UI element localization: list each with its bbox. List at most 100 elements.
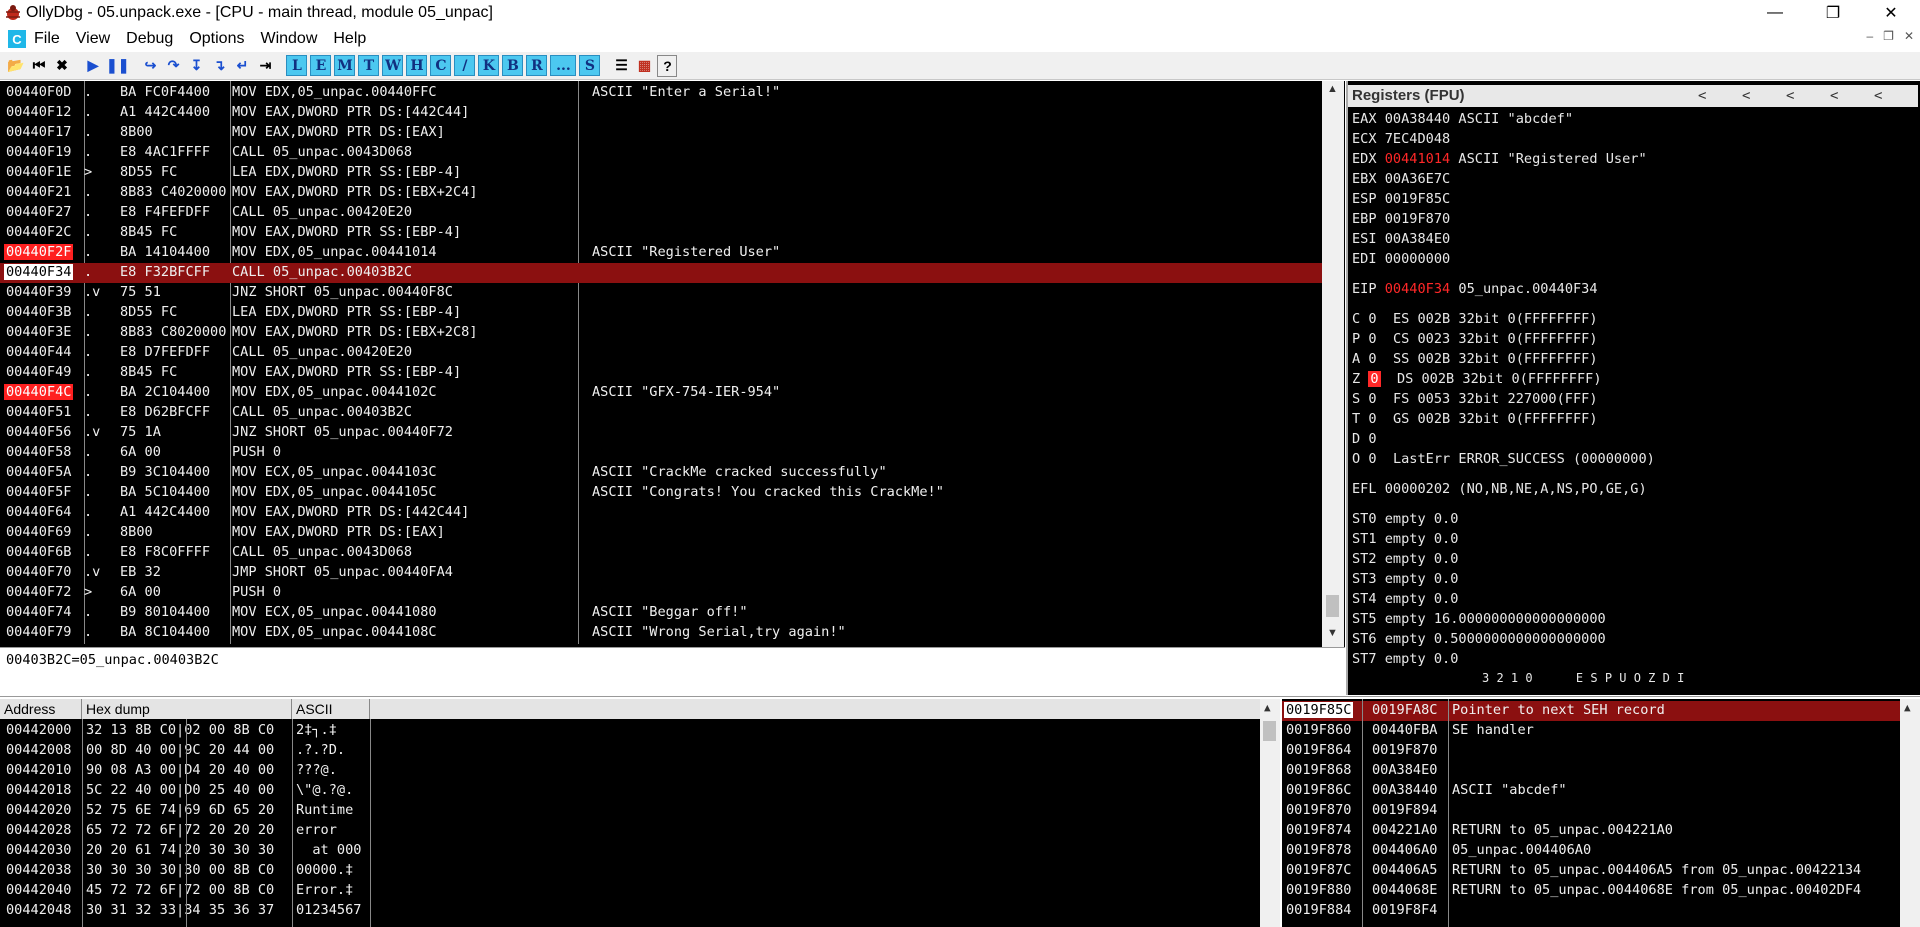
close-program-icon[interactable]: ✖ [52, 55, 72, 77]
dump-row[interactable]: 00442028 65 72 72 6F|72 20 20 20 error [0, 821, 1260, 841]
flag-s[interactable]: S 0 FS 0053 32bit 227000(FFF) [1352, 391, 1598, 407]
dump-row[interactable]: 00442040 45 72 72 6F|72 00 8B C0 Error.‡ [0, 881, 1260, 901]
disasm-row[interactable]: 00440F2C. 8B45 FC MOV EAX,DWORD PTR SS:[EB… [0, 223, 1322, 243]
tool-patches-button[interactable]: / [454, 55, 476, 76]
tool-callstack-button[interactable]: K [478, 55, 500, 76]
menu-options[interactable]: Options [189, 30, 244, 48]
disasm-row[interactable]: 00440F34. E8 F32BFCFF CALL 05_unpac.00403B… [0, 263, 1322, 283]
fpu-register-st3[interactable]: ST3 empty 0.0 [1352, 571, 1458, 587]
disasm-row[interactable]: 00440F69. 8B00 MOV EAX,DWORD PTR DS:[EAX] [0, 523, 1322, 543]
chevron-left-icon[interactable]: < [1786, 88, 1794, 104]
tool-log-button[interactable]: L [286, 55, 308, 76]
chevron-left-icon[interactable]: < [1830, 88, 1838, 104]
disasm-row[interactable]: 00440F79. BA 8C104400 MOV EDX,05_unpac.004… [0, 623, 1322, 643]
tool-memory-button[interactable]: M [334, 55, 356, 76]
stack-row[interactable]: 0019F884 0019F8F4 [1282, 901, 1902, 921]
cpu-window-icon[interactable]: C [8, 30, 26, 48]
execute-till-return-icon[interactable]: ↵ [232, 55, 252, 77]
disasm-row[interactable]: 00440F44. E8 D7FEFDFF CALL 05_unpac.00420E… [0, 343, 1322, 363]
trace-into-icon[interactable]: ↧ [186, 55, 206, 77]
disasm-row[interactable]: 00440F2F. BA 14104400 MOV EDX,05_unpac.004… [0, 243, 1322, 263]
disasm-row[interactable]: 00440F74. B9 80104400 MOV ECX,05_unpac.004… [0, 603, 1322, 623]
flag-t[interactable]: T 0 GS 002B 32bit 0(FFFFFFFF) [1352, 411, 1598, 427]
dump-row[interactable]: 00442048 30 31 32 33|34 35 36 37 01234567 [0, 901, 1260, 921]
stack-row[interactable]: 0019F880 0044068E RETURN to 05_unpac.00440… [1282, 881, 1902, 901]
help-icon[interactable]: ? [657, 54, 678, 77]
disasm-row[interactable]: 00440F49. 8B45 FC MOV EAX,DWORD PTR SS:[EB… [0, 363, 1322, 383]
disasm-row[interactable]: 00440F1E >8D55 FC LEA EDX,DWORD PTR SS:[EB… [0, 163, 1322, 183]
menu-window[interactable]: Window [260, 30, 317, 48]
fpu-register-st2[interactable]: ST2 empty 0.0 [1352, 551, 1458, 567]
menu-debug[interactable]: Debug [126, 30, 173, 48]
stack-row[interactable]: 0019F870 0019F894 [1282, 801, 1902, 821]
register-eip[interactable]: EIP 00440F34 05_unpac.00440F34 [1352, 281, 1598, 297]
registers-header[interactable]: Registers (FPU) < < < < < [1348, 85, 1918, 107]
hex-dump-pane[interactable]: Address Hex dump ASCII 00442000 32 13 8B … [0, 699, 1280, 927]
disasm-row[interactable]: 00440F5F. BA 5C104400 MOV EDX,05_unpac.004… [0, 483, 1322, 503]
stack-row[interactable]: 0019F864 0019F870 [1282, 741, 1902, 761]
pause-icon[interactable]: ❚❚ [106, 55, 129, 77]
chevron-left-icon[interactable]: < [1742, 88, 1750, 104]
disasm-row[interactable]: 00440F21. 8B83 C4020000 MOV EAX,DWORD PTR … [0, 183, 1322, 203]
disasm-row[interactable]: 00440F19. E8 4AC1FFFF CALL 05_unpac.0043D0… [0, 143, 1322, 163]
step-into-icon[interactable]: ↪ [140, 55, 160, 77]
stack-row[interactable]: 0019F860 00440FBA SE handler [1282, 721, 1902, 741]
tool-threads-button[interactable]: T [358, 55, 380, 76]
dump-scrollbar[interactable]: ▲ [1260, 699, 1280, 927]
disasm-row[interactable]: 00440F58. 6A 00 PUSH 0 [0, 443, 1322, 463]
open-icon[interactable]: 📂 [6, 55, 26, 77]
stack-pane[interactable]: 0019F85C 0019FA8C Pointer to next SEH reco… [1282, 699, 1920, 927]
scroll-thumb[interactable] [1326, 595, 1339, 617]
flag-o[interactable]: O 0 LastErr ERROR_SUCCESS (00000000) [1352, 451, 1655, 467]
trace-over-icon[interactable]: ↴ [209, 55, 229, 77]
disasm-row[interactable]: 00440F4C. BA 2C104400 MOV EDX,05_unpac.004… [0, 383, 1322, 403]
scroll-up-icon[interactable]: ▲ [1264, 701, 1271, 714]
registers-pane[interactable]: Registers (FPU) < < < < < EAX 00A38440 A… [1346, 81, 1920, 695]
disasm-row[interactable]: 00440F72 >6A 00 PUSH 0 [0, 583, 1322, 603]
stack-row[interactable]: 0019F85C 0019FA8C Pointer to next SEH reco… [1282, 701, 1902, 721]
disasm-row[interactable]: 00440F3E. 8B83 C8020000 MOV EAX,DWORD PTR … [0, 323, 1322, 343]
disasm-row[interactable]: 00440F27. E8 F4FEFDFF CALL 05_unpac.00420E… [0, 203, 1322, 223]
disassembly-scrollbar[interactable]: ▲ ▼ [1322, 81, 1344, 647]
dump-header-ascii[interactable]: ASCII [292, 699, 370, 719]
stack-row[interactable]: 0019F86C 00A38440 ASCII "abcdef" [1282, 781, 1902, 801]
disasm-row[interactable]: 00440F56 .v 75 1A JNZ SHORT 05_unpac.00440F… [0, 423, 1322, 443]
flag-d[interactable]: D 0 [1352, 431, 1393, 447]
disasm-row[interactable]: 00440F6B. E8 F8C0FFFF CALL 05_unpac.0043D0… [0, 543, 1322, 563]
dump-row[interactable]: 00442020 52 75 6E 74|69 6D 65 20 Runtime [0, 801, 1260, 821]
step-over-icon[interactable]: ↷ [163, 55, 183, 77]
stack-row[interactable]: 0019F868 00A384E0 [1282, 761, 1902, 781]
mdi-close-icon[interactable]: ✕ [1904, 29, 1914, 43]
tool-source-button[interactable]: S [579, 55, 601, 76]
stack-row[interactable]: 0019F874 004221A0 RETURN to 05_unpac.00422… [1282, 821, 1902, 841]
fpu-register-st4[interactable]: ST4 empty 0.0 [1352, 591, 1458, 607]
tool-modules-button[interactable]: E [310, 55, 332, 76]
menu-view[interactable]: View [76, 30, 110, 48]
flag-a[interactable]: A 0 SS 002B 32bit 0(FFFFFFFF) [1352, 351, 1598, 367]
tool-references-button[interactable]: R [526, 55, 548, 76]
dump-row[interactable]: 00442018 5C 22 40 00|D0 25 40 00 \"@.?@. [0, 781, 1260, 801]
disasm-row[interactable]: 00440F64. A1 442C4400 MOV EAX,DWORD PTR DS… [0, 503, 1322, 523]
disasm-row[interactable]: 00440F17. 8B00 MOV EAX,DWORD PTR DS:[EAX] [0, 123, 1322, 143]
run-icon[interactable]: ▶ [83, 55, 103, 77]
dump-header-hex[interactable]: Hex dump [82, 699, 292, 719]
fpu-register-st0[interactable]: ST0 empty 0.0 [1352, 511, 1458, 527]
scroll-thumb[interactable] [1263, 721, 1276, 741]
tool-handles-button[interactable]: H [406, 55, 428, 76]
chevron-left-icon[interactable]: < [1874, 88, 1882, 104]
chevron-left-icon[interactable]: < [1698, 88, 1706, 104]
mdi-minimize-icon[interactable]: – [1866, 29, 1873, 43]
minimize-button[interactable]: — [1746, 0, 1804, 26]
tool-cpu-button[interactable]: C [430, 55, 452, 76]
dump-row[interactable]: 00442000 32 13 8B C0|02 00 8B C0 2‡┐.‡ [0, 721, 1260, 741]
disasm-row[interactable]: 00440F5A. B9 3C104400 MOV ECX,05_unpac.004… [0, 463, 1322, 483]
grid-icon[interactable]: ▦ [634, 55, 654, 77]
mdi-restore-icon[interactable]: ❐ [1883, 29, 1894, 43]
disasm-row[interactable]: 00440F12. A1 442C4400 MOV EAX,DWORD PTR DS… [0, 103, 1322, 123]
stack-row[interactable]: 0019F878 004406A0 05_unpac.004406A0 [1282, 841, 1902, 861]
disassembly-list[interactable]: 00440F0D. BA FC0F4400 MOV EDX,05_unpac.004… [0, 81, 1322, 644]
register-ebp[interactable]: EBP 0019F870 [1352, 211, 1458, 227]
fpu-register-st1[interactable]: ST1 empty 0.0 [1352, 531, 1458, 547]
disasm-row[interactable]: 00440F0D. BA FC0F4400 MOV EDX,05_unpac.004… [0, 83, 1322, 103]
register-efl[interactable]: EFL 00000202 (NO,NB,NE,A,NS,PO,GE,G) [1352, 481, 1647, 497]
